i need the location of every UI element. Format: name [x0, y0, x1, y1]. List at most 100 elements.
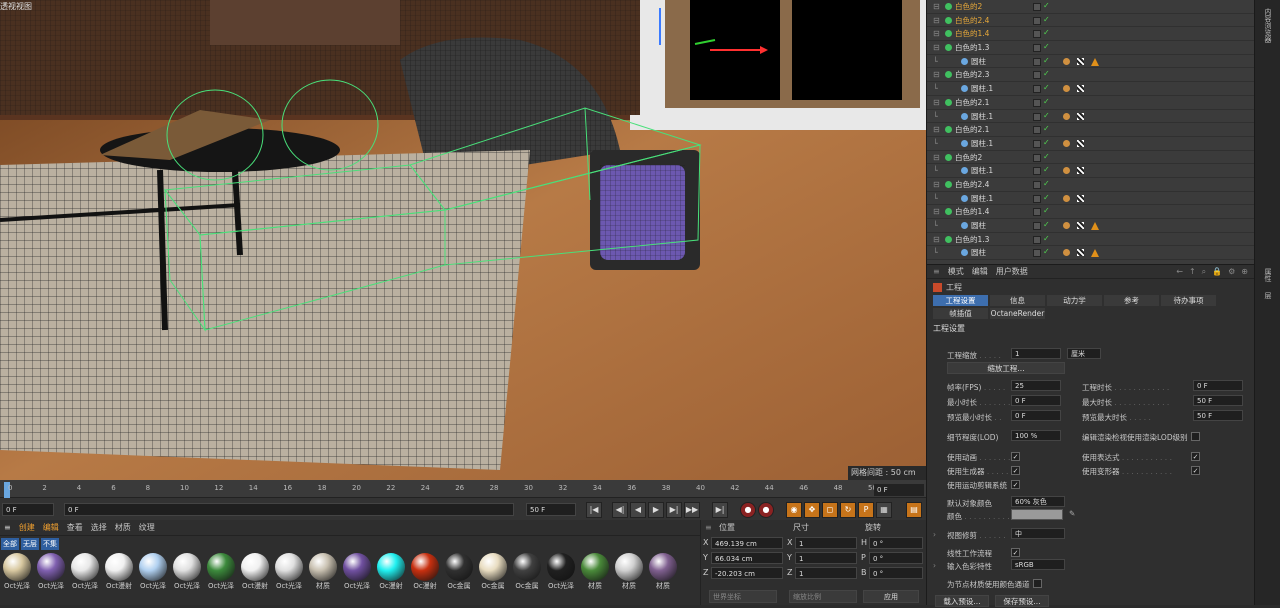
keyframe-selection-icon[interactable]: ◉ [786, 502, 802, 518]
octane-tag-icon[interactable] [1063, 112, 1070, 120]
object-row[interactable]: └ 圆柱.1 ✓ [927, 110, 1254, 124]
visibility-toggle[interactable] [1033, 208, 1041, 217]
visibility-toggle[interactable] [1033, 44, 1041, 53]
octane-tag-icon[interactable] [1063, 139, 1070, 147]
play-button[interactable]: ▶ [648, 502, 664, 518]
material-item[interactable]: Oct光泽 [341, 553, 373, 591]
object-row[interactable]: └ 圆柱.1 ✓ [927, 192, 1254, 206]
timeline-end-field[interactable]: 0 F [874, 484, 924, 496]
octane-tag-icon[interactable] [1063, 167, 1070, 175]
object-row[interactable]: ⊟ 白色的2.1 ✓ [927, 96, 1254, 110]
rot-input[interactable]: 0 ° [869, 567, 923, 579]
filter-all[interactable]: 全部 [1, 538, 19, 550]
back-arrow-icon[interactable]: ← [1176, 267, 1183, 277]
octane-tag-icon[interactable] [1063, 57, 1070, 65]
scale-unit-select[interactable]: 厘米 [1067, 348, 1101, 359]
attributes-side-tab[interactable]: 属性 [1263, 268, 1273, 282]
material-item[interactable]: 材质 [307, 553, 339, 591]
fps-input[interactable]: 25 [1011, 380, 1061, 391]
visibility-toggle[interactable] [1033, 57, 1041, 66]
visibility-toggle[interactable] [1033, 71, 1041, 80]
enabled-check-icon[interactable]: ✓ [1043, 67, 1050, 80]
material-item[interactable]: Oct漫射 [239, 553, 271, 591]
color-swatch[interactable] [1011, 509, 1063, 520]
menu-texture[interactable]: 纹理 [139, 522, 155, 533]
octane-tag-icon[interactable] [1063, 194, 1070, 202]
enabled-check-icon[interactable]: ✓ [1043, 122, 1050, 135]
go-end-button[interactable]: ▶| [712, 502, 728, 518]
next-key-button[interactable]: ▶▶ [684, 502, 700, 518]
material-item[interactable]: Oct光泽 [273, 553, 305, 591]
object-row[interactable]: ⊟ 白色的2.4 ✓ [927, 178, 1254, 192]
perspective-viewport[interactable]: 透视视图 网格间距 : 50 cm [0, 0, 926, 480]
view-clip-select[interactable]: 中 [1011, 528, 1065, 539]
layers-side-tab[interactable]: 层 [1263, 292, 1273, 299]
node-color-checkbox[interactable] [1033, 579, 1042, 588]
prev-key-button[interactable]: ◀| [612, 502, 628, 518]
record-icon[interactable]: ● [740, 502, 756, 518]
pos-input[interactable]: 66.034 cm [711, 552, 783, 564]
object-row[interactable]: ⊟ 白色的1.4 ✓ [927, 205, 1254, 219]
attr-menu-edit[interactable]: 编辑 [972, 266, 988, 277]
prev-max-input[interactable]: 50 F [1193, 410, 1243, 421]
texture-tag-icon[interactable] [1077, 222, 1084, 229]
size-input[interactable]: 1 [795, 552, 857, 564]
material-item[interactable]: Oc漫射 [375, 553, 407, 591]
position-key-icon[interactable]: ✥ [804, 502, 820, 518]
visibility-toggle[interactable] [1033, 85, 1041, 94]
scale-mode-select[interactable]: 缩放比例 [789, 590, 857, 603]
visibility-toggle[interactable] [1033, 180, 1041, 189]
texture-tag-icon[interactable] [1077, 139, 1084, 147]
visibility-toggle[interactable] [1033, 235, 1041, 244]
use-motion-checkbox[interactable]: ✓ [1011, 480, 1020, 489]
octane-tag-icon[interactable] [1063, 85, 1070, 93]
object-row[interactable]: └ 圆柱.1 ✓ [927, 137, 1254, 151]
size-input[interactable]: 1 [795, 567, 857, 579]
proj-time-input[interactable]: 0 F [1193, 380, 1243, 391]
attr-menu-icon[interactable]: ≡ [933, 267, 940, 276]
tab-octanerender[interactable]: OctaneRender [990, 308, 1045, 319]
visibility-toggle[interactable] [1033, 16, 1041, 25]
visibility-toggle[interactable] [1033, 3, 1041, 11]
octane-tag-icon[interactable] [1063, 222, 1070, 229]
go-start-button[interactable]: |◀ [586, 502, 602, 518]
pla-key-icon[interactable]: ▦ [876, 502, 892, 518]
enabled-check-icon[interactable]: ✓ [1043, 0, 1050, 12]
use-gen-checkbox[interactable]: ✓ [1011, 466, 1020, 475]
use-expr-checkbox[interactable]: ✓ [1191, 452, 1200, 461]
texture-tag-icon[interactable] [1077, 249, 1084, 257]
visibility-toggle[interactable] [1033, 153, 1041, 162]
timeline-ruler[interactable]: 0 2 4 6 8 10 12 14 16 18 20 22 24 26 28 30 32 34 36 38 40 42 4… [0, 480, 926, 498]
visibility-toggle[interactable] [1033, 126, 1041, 135]
visibility-toggle[interactable] [1033, 222, 1041, 230]
enabled-check-icon[interactable]: ✓ [1043, 54, 1050, 67]
menu-select[interactable]: 选择 [91, 522, 107, 533]
autokey-icon[interactable]: ● [758, 502, 774, 518]
tab-interpolation[interactable]: 帧插值 [933, 308, 988, 319]
enabled-check-icon[interactable]: ✓ [1043, 136, 1050, 149]
object-row[interactable]: ⊟ 白色的1.4 ✓ [927, 27, 1254, 42]
object-row[interactable]: ⊟ 白色的2.4 ✓ [927, 14, 1254, 28]
settings-icon[interactable]: ⚙ [1228, 267, 1235, 277]
texture-tag-icon[interactable] [1077, 167, 1084, 175]
material-item[interactable]: Oct光泽 [171, 553, 203, 591]
enabled-check-icon[interactable]: ✓ [1043, 177, 1050, 190]
add-icon[interactable]: ⊕ [1241, 267, 1248, 277]
material-item[interactable]: Oct光泽 [545, 553, 577, 591]
enabled-check-icon[interactable]: ✓ [1043, 218, 1050, 231]
search-icon[interactable]: ⌕ [1202, 267, 1206, 277]
material-item[interactable]: Oc金属 [477, 553, 509, 591]
default-color-select[interactable]: 60% 灰色 [1011, 496, 1065, 507]
rot-input[interactable]: 0 ° [869, 552, 923, 564]
menu-edit[interactable]: 编辑 [43, 522, 59, 533]
scale-key-icon[interactable]: ◻ [822, 502, 838, 518]
content-browser-tab[interactable]: 内容浏览器 [1263, 8, 1273, 43]
object-row[interactable]: ⊟ 白色的1.3 ✓ [927, 41, 1254, 55]
octane-tag-icon[interactable] [1063, 249, 1070, 257]
tab-todo[interactable]: 待办事项 [1161, 295, 1216, 306]
view-clip-expand-icon[interactable]: › [933, 530, 936, 539]
frame-range-slider[interactable]: 0 F [64, 503, 514, 516]
enabled-check-icon[interactable]: ✓ [1043, 191, 1050, 204]
pos-input[interactable]: -20.203 cm [711, 567, 783, 579]
max-time-input[interactable]: 50 F [1193, 395, 1243, 406]
